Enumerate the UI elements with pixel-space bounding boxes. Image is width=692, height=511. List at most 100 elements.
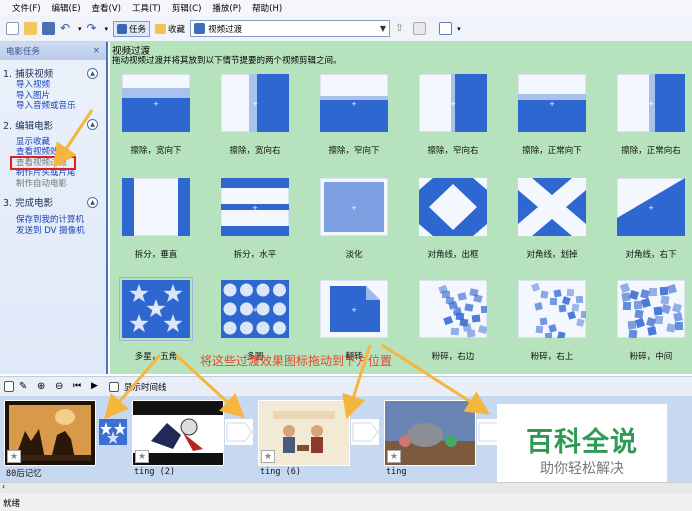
timeline-icon[interactable] (109, 381, 119, 392)
storyboard-clip[interactable]: ★ (258, 400, 350, 466)
star-icon: ★ (387, 450, 401, 463)
transition-label: 擦除，正常向下 (522, 146, 582, 156)
menu-help[interactable]: 帮助(H) (252, 2, 282, 14)
task-link[interactable]: 发送到 DV 摄像机 (0, 226, 106, 237)
transition-tile[interactable]: + (319, 177, 389, 237)
task-link[interactable]: 导入视频 (0, 80, 106, 91)
task-link[interactable]: 导入音频或音乐 (0, 101, 106, 112)
transition-label: 多星，五角 (134, 352, 178, 362)
folder-icon (155, 23, 167, 34)
menu-clip[interactable]: 剪辑(C) (172, 2, 202, 14)
undo-icon[interactable]: ↶ (60, 22, 73, 35)
new-project-icon[interactable] (6, 22, 19, 35)
zoom-out-icon[interactable]: ⊖ (55, 380, 68, 393)
transition-label: 擦除，窄向右 (427, 146, 479, 156)
transition-tile[interactable]: + (119, 277, 193, 341)
views-icon[interactable] (439, 22, 453, 35)
redo-icon[interactable]: ↷ (87, 22, 100, 35)
undo-dropdown-icon[interactable]: ▾ (78, 25, 82, 33)
transition-tile[interactable]: + (319, 279, 389, 339)
collapse-icon[interactable]: ▲ (87, 119, 98, 130)
transition-label: 对角线，出框 (427, 250, 479, 260)
transition-label: 对角线，右下 (625, 250, 677, 260)
views-dropdown-icon[interactable]: ▾ (457, 25, 461, 33)
transition-slot-filled[interactable] (98, 418, 128, 446)
redo-dropdown-icon[interactable]: ▾ (105, 25, 109, 33)
task-link[interactable]: 保存到我的计算机 (0, 215, 106, 226)
storyboard-clip[interactable]: ★ (4, 400, 96, 466)
new-folder-icon[interactable] (413, 22, 427, 35)
menu-tools[interactable]: 工具(T) (132, 2, 161, 14)
split-vertical-icon: + (121, 177, 191, 237)
task-link[interactable]: 显示收藏 (0, 137, 106, 148)
transition-slot-empty[interactable] (350, 418, 380, 446)
transition-label: 擦除，宽向下 (130, 146, 182, 156)
menu-view[interactable]: 查看(V) (92, 2, 121, 14)
transition-tile[interactable]: + (616, 279, 686, 339)
transition-tile[interactable]: + (517, 73, 587, 133)
task-link[interactable]: 查看视频效果 (0, 147, 106, 158)
collections-button[interactable]: 收藏 (155, 23, 185, 35)
clip-label: ting (386, 467, 407, 477)
watermark: 百科全说 助你轻松解决 (497, 404, 667, 482)
storyboard-scrollbar[interactable]: ‹ (0, 482, 692, 493)
save-project-icon[interactable] (42, 22, 55, 35)
svg-text:+: + (153, 204, 159, 212)
open-project-icon[interactable] (24, 22, 37, 35)
wipe-narrow-right-icon: + (418, 73, 488, 133)
transition-tile[interactable]: + (616, 73, 686, 133)
show-timeline-button[interactable]: 显示时间线 (124, 381, 167, 393)
tasks-button[interactable]: 任务 (113, 20, 151, 37)
svg-text:+: + (252, 204, 258, 212)
task-section-header[interactable]: 2. 编辑电影 ▲ (0, 118, 106, 132)
menu-play[interactable]: 播放(P) (212, 2, 241, 14)
wipe-wide-right-icon: + (220, 73, 290, 133)
collection-select[interactable]: 视频过渡 ▼ (190, 20, 391, 37)
task-link[interactable]: 制作自动电影 (0, 179, 106, 190)
menu-edit[interactable]: 编辑(E) (52, 2, 81, 14)
scroll-left-icon[interactable]: ‹ (2, 482, 5, 491)
transition-tile[interactable]: + (418, 279, 490, 339)
close-icon[interactable]: × (93, 46, 100, 56)
storyboard-icon[interactable] (4, 381, 14, 392)
zoom-in-icon[interactable]: ⊕ (37, 380, 50, 393)
transition-tile[interactable]: + (220, 279, 290, 339)
task-link-active[interactable]: 查看视频过渡 (10, 155, 76, 170)
transition-tile[interactable]: + (220, 73, 290, 133)
task-link[interactable]: 导入图片 (0, 91, 106, 102)
up-level-icon[interactable]: ⇧ (395, 22, 408, 35)
transition-tile[interactable]: + (517, 177, 587, 237)
transition-tile[interactable]: + (517, 279, 589, 341)
transition-arrow-icon (352, 422, 379, 442)
task-section-header[interactable]: 1. 捕获视频 ▲ (0, 66, 106, 80)
task-section-edit: 2. 编辑电影 ▲ 显示收藏 查看视频效果 查看视频过渡 制作片头或片尾 制作自… (0, 118, 106, 190)
star-icon: ★ (261, 450, 275, 463)
transition-label: 粉碎，右边 (431, 352, 475, 362)
transition-tile[interactable]: + (121, 177, 191, 237)
collapse-icon[interactable]: ▲ (87, 196, 98, 208)
wipe-normal-down-icon: + (517, 73, 587, 133)
play-icon[interactable]: ▶ (91, 380, 104, 393)
svg-text:+: + (450, 100, 456, 108)
circles-icon: + (220, 279, 290, 339)
transition-tile[interactable]: + (616, 177, 686, 237)
storyboard-clip[interactable]: ★ (384, 400, 476, 466)
star-icon: ★ (135, 450, 149, 463)
task-section-header[interactable]: 3. 完成电影 ▲ (0, 195, 106, 209)
transition-tile[interactable]: + (418, 177, 488, 237)
storyboard-clip[interactable]: ★ (132, 400, 224, 466)
collapse-icon[interactable]: ▲ (87, 67, 98, 79)
svg-text:+: + (252, 306, 258, 314)
transition-tile[interactable]: + (220, 177, 290, 237)
clip-label: 80后记忆 (6, 469, 42, 479)
rewind-icon[interactable]: ⏮ (73, 380, 86, 393)
wipe-normal-right-icon: + (616, 73, 686, 133)
narrate-icon[interactable]: ✎ (19, 380, 32, 393)
menu-file[interactable]: 文件(F) (12, 2, 41, 14)
transition-label: 拆分，垂直 (134, 250, 178, 260)
transition-tile[interactable]: + (418, 73, 488, 133)
transition-tile[interactable]: + (121, 73, 191, 133)
transition-tile[interactable]: + (319, 73, 389, 133)
transition-slot-empty[interactable] (224, 418, 254, 446)
task-link[interactable]: 制作片头或片尾 (0, 168, 106, 179)
